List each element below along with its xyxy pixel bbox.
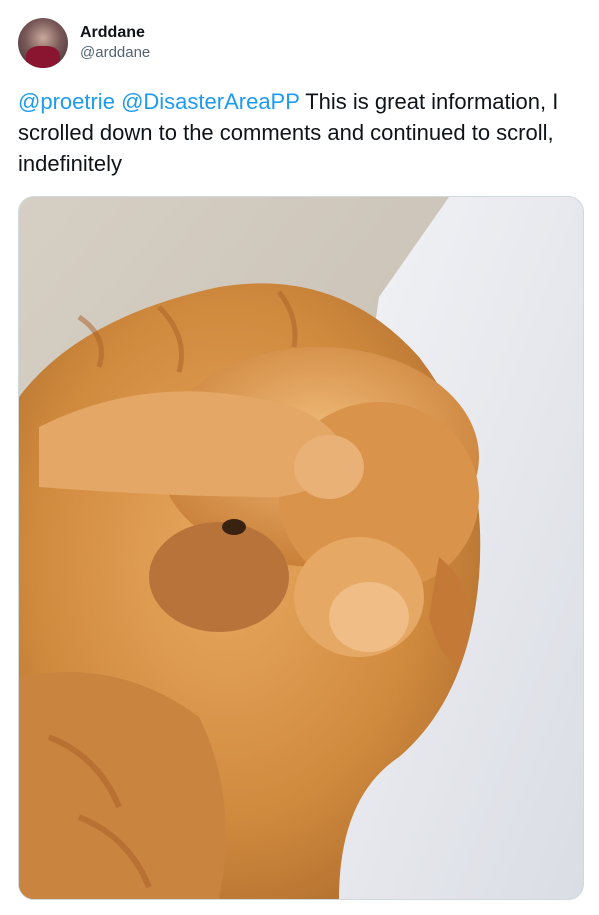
tweet-text: @proetrie @DisasterAreaPP This is great …: [18, 86, 583, 179]
cat-photo-illustration: [19, 197, 583, 899]
mention-link-proetrie[interactable]: @proetrie: [18, 89, 115, 114]
author-names: Arddane @arddane: [80, 23, 150, 63]
tweet-photo[interactable]: [18, 196, 584, 900]
tweet-card: Arddane @arddane @proetrie @DisasterArea…: [0, 0, 599, 915]
mention-link-disasterareapp[interactable]: @DisasterAreaPP: [121, 89, 299, 114]
avatar[interactable]: [18, 18, 68, 68]
tweet-header: Arddane @arddane: [18, 18, 150, 68]
user-handle[interactable]: @arddane: [80, 43, 150, 63]
display-name[interactable]: Arddane: [80, 23, 150, 43]
